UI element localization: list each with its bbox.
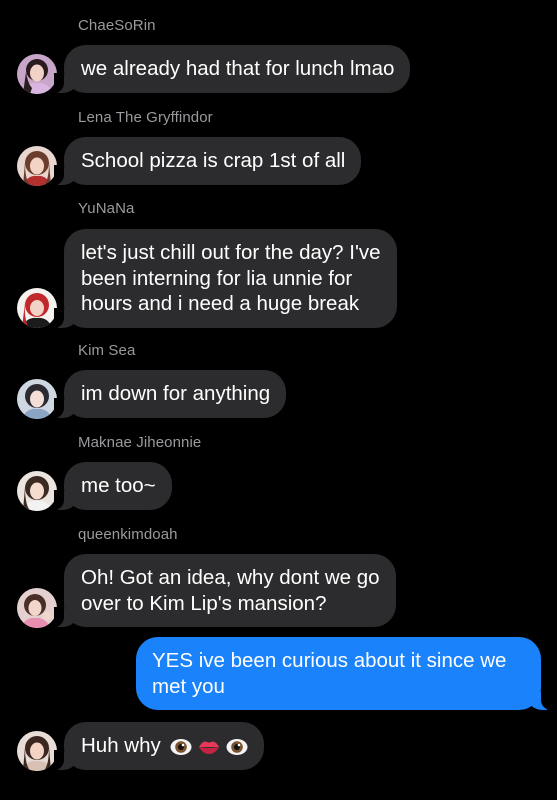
emoji-group <box>170 738 248 756</box>
message-line: YES ive been curious about it since we <box>152 649 507 672</box>
message-bubble[interactable]: Huh why <box>53 722 265 770</box>
message-text: me too~ <box>81 474 156 497</box>
message-text: we already had that for lunch lmao <box>81 57 395 80</box>
sender-name: YuNaNa <box>78 200 135 217</box>
sender-name: Lena The Gryffindor <box>78 109 213 126</box>
eye-icon <box>170 738 192 756</box>
lips-icon <box>198 739 220 755</box>
eye-icon <box>226 738 248 756</box>
sender-name: queenkimdoah <box>78 526 178 543</box>
avatar[interactable] <box>17 288 57 328</box>
avatar[interactable] <box>17 54 57 94</box>
message-bubble[interactable]: School pizza is crap 1st of all <box>53 137 362 185</box>
message-line: met you <box>152 674 225 698</box>
outgoing-message-bubble[interactable]: YES ive been curious about it since we m… <box>136 637 551 710</box>
message-line: let's just chill out for the day? I've <box>81 241 381 264</box>
message-text: Huh why <box>81 734 161 757</box>
avatar[interactable] <box>17 731 57 771</box>
message-line: hours and i need a huge break <box>81 292 360 315</box>
avatar[interactable] <box>17 471 57 511</box>
message-line: been interning for lia unnie for <box>81 266 353 290</box>
message-line: Oh! Got an idea, why dont we go <box>81 566 380 589</box>
message-bubble[interactable]: let's just chill out for the day? I've b… <box>54 229 397 328</box>
message-thread: ChaeSoRin we already had that for lunch … <box>0 0 557 800</box>
avatar[interactable] <box>17 146 57 186</box>
message-bubble[interactable]: im down for anything <box>53 370 287 418</box>
message-bubble[interactable]: we already had that for lunch lmao <box>53 45 411 93</box>
message-bubble[interactable]: me too~ <box>54 462 172 510</box>
message-bubble[interactable]: Oh! Got an idea, why dont we go over to … <box>54 554 396 627</box>
sender-name: Kim Sea <box>78 342 136 359</box>
avatar[interactable] <box>17 379 57 419</box>
message-text: School pizza is crap 1st of all <box>81 149 346 172</box>
avatar[interactable] <box>17 588 57 628</box>
sender-name: ChaeSoRin <box>78 17 156 34</box>
message-text: im down for anything <box>81 382 271 405</box>
sender-name: Maknae Jiheonnie <box>78 434 202 451</box>
message-line: over to Kim Lip's mansion? <box>81 591 327 615</box>
